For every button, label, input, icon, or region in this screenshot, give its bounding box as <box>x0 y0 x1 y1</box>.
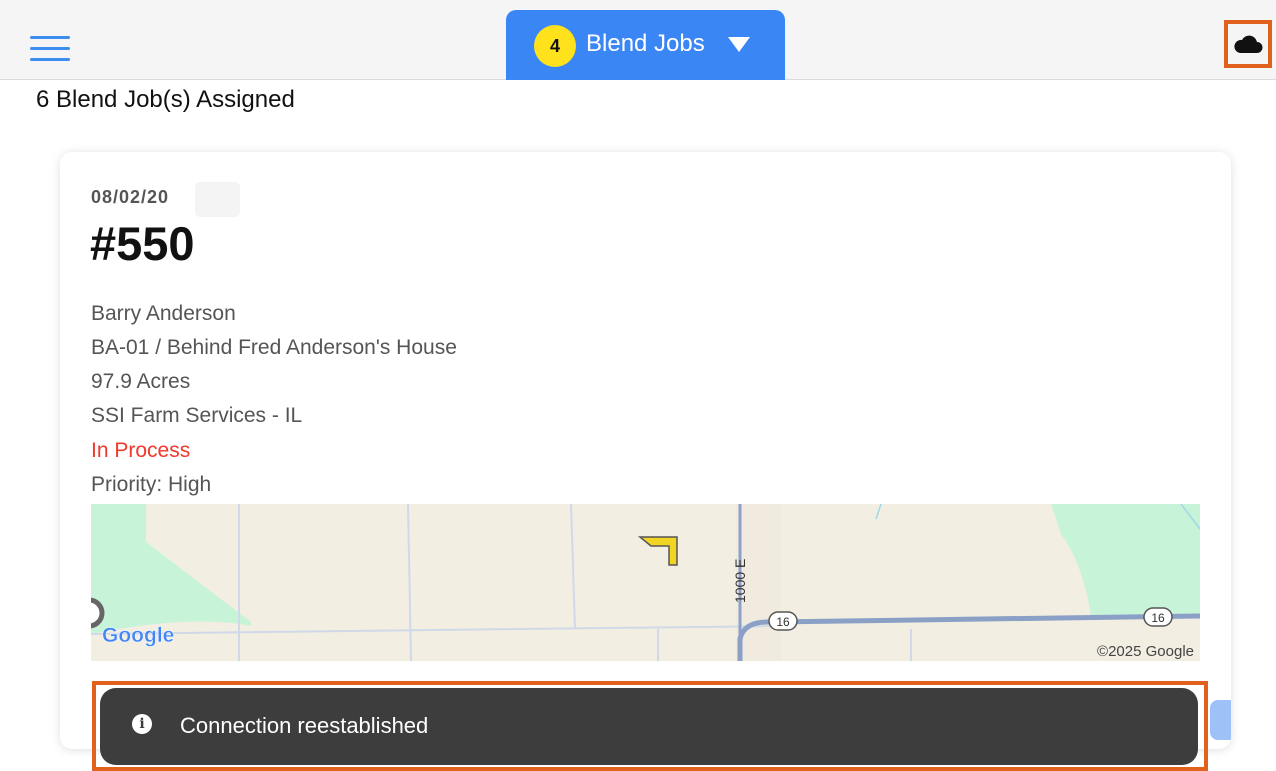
map-land <box>91 504 1200 661</box>
jobs-count-badge: 4 <box>534 25 576 67</box>
job-date: 08/02/20 <box>91 187 170 207</box>
blend-job-card[interactable]: 08/02/20 #550 Barry Anderson BA-01 / Beh… <box>60 152 1231 749</box>
blend-jobs-label: Blend Jobs <box>586 30 705 57</box>
map-copyright: ©2025 Google <box>1097 643 1194 660</box>
top-bar: 4 Blend Jobs <box>0 0 1276 80</box>
map-location-icon <box>91 597 105 629</box>
svg-text:16: 16 <box>1151 611 1165 625</box>
route-shield-16-a: 16 <box>768 611 798 631</box>
toast-message: Connection reestablished <box>180 713 429 738</box>
caret-down-icon <box>728 37 750 52</box>
road-label-1000e: 1000 E <box>732 559 748 603</box>
branch-location: SSI Farm Services - IL <box>91 404 303 427</box>
svg-text:16: 16 <box>776 615 790 629</box>
card-action-button[interactable] <box>1210 700 1231 740</box>
field-acres: 97.9 Acres <box>91 370 191 393</box>
customer-name: Barry Anderson <box>91 302 236 325</box>
connection-toast[interactable]: i Connection reestablished <box>100 688 1198 765</box>
redacted-date-area <box>195 182 240 217</box>
job-status: In Process <box>91 439 191 462</box>
job-number: #550 <box>90 217 195 270</box>
hamburger-menu-icon[interactable] <box>30 36 70 64</box>
info-icon: i <box>132 714 152 734</box>
map-canvas: 1000 E 16 16 Google ©2025 Google <box>91 504 1200 661</box>
cloud-icon <box>1234 35 1263 53</box>
field-name: BA-01 / Behind Fred Anderson's House <box>91 336 457 359</box>
job-priority: Priority: High <box>91 473 212 496</box>
blend-jobs-dropdown-button[interactable]: 4 Blend Jobs <box>506 10 785 80</box>
field-map[interactable]: 1000 E 16 16 Google ©2025 Google <box>91 504 1200 661</box>
google-logo: Google <box>102 624 174 647</box>
route-shield-16-b: 16 <box>1143 607 1173 627</box>
sync-status-button[interactable] <box>1224 20 1272 68</box>
assigned-count-text: 6 Blend Job(s) Assigned <box>36 86 295 113</box>
